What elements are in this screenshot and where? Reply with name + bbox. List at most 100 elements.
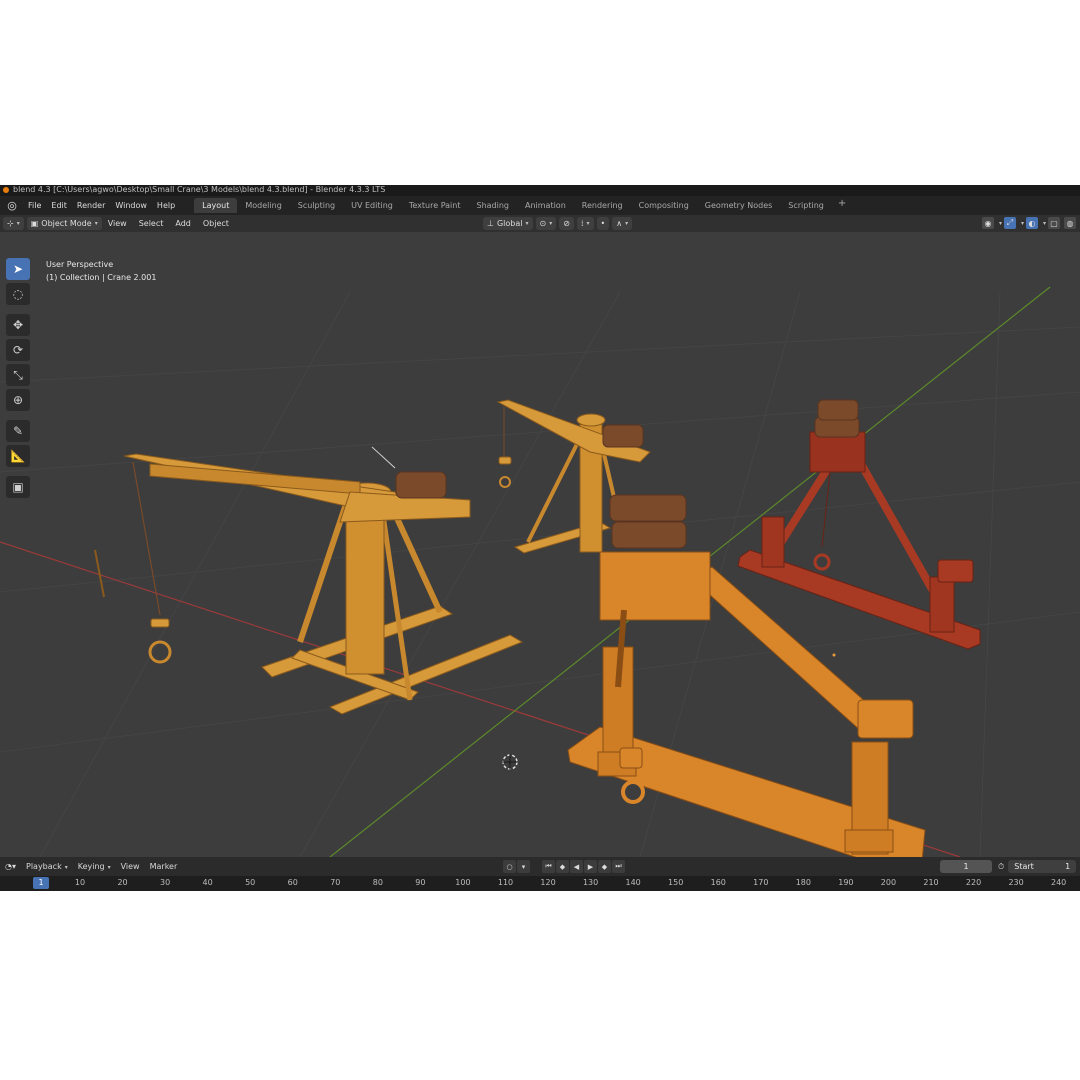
proportional-edit-toggle[interactable]: •: [596, 217, 610, 230]
pivot-point-dropdown[interactable]: ⊙ ▾: [535, 217, 557, 230]
ruler-tick-label: 30: [160, 878, 171, 887]
chevron-down-icon: ▾: [1042, 219, 1046, 227]
snap-target-dropdown[interactable]: ⁞ ▾: [576, 217, 594, 230]
jump-end-icon[interactable]: ⏭: [612, 860, 625, 873]
top-menu-bar: ◎ File Edit Render Window Help Layout Mo…: [0, 196, 1080, 215]
tab-texture-paint[interactable]: Texture Paint: [401, 198, 469, 213]
playback-controls: ○ ▾ ⏮ ◆ ◀ ▶ ◆ ⏭: [503, 860, 626, 873]
next-keyframe-icon[interactable]: ◆: [598, 860, 611, 873]
ruler-tick-label: 220: [965, 878, 982, 887]
pivot-icon: ⊙: [539, 219, 547, 228]
tab-sculpting[interactable]: Sculpting: [290, 198, 343, 213]
menu-window[interactable]: Window: [110, 201, 152, 210]
editor-type-button[interactable]: ⊹ ▾: [3, 217, 24, 230]
tab-uv-editing[interactable]: UV Editing: [343, 198, 401, 213]
menu-file[interactable]: File: [23, 201, 46, 210]
chevron-down-icon: ▾: [525, 220, 529, 227]
scale-icon: ⤡: [13, 367, 23, 382]
tab-scripting[interactable]: Scripting: [780, 198, 832, 213]
transform-icon: ⊕: [12, 393, 24, 407]
timeline-menu-view[interactable]: View: [116, 862, 145, 871]
start-frame-field[interactable]: Start 1: [1008, 860, 1077, 873]
object-mode-icon: ▣: [30, 219, 39, 228]
rotate-tool[interactable]: ⟳: [6, 339, 30, 361]
visibility-icon[interactable]: ◉: [981, 217, 994, 229]
tab-geometry-nodes[interactable]: Geometry Nodes: [697, 198, 780, 213]
menu-object[interactable]: Object: [197, 219, 235, 228]
chevron-down-icon: ▾: [1020, 219, 1024, 227]
tab-rendering[interactable]: Rendering: [574, 198, 631, 213]
gizmo-icon[interactable]: ⤢: [1003, 217, 1016, 229]
menu-edit[interactable]: Edit: [46, 201, 72, 210]
tab-shading[interactable]: Shading: [468, 198, 517, 213]
ruler-tick-label: 140: [625, 878, 641, 887]
falloff-dropdown[interactable]: ∧ ▾: [612, 217, 633, 230]
menu-render[interactable]: Render: [72, 201, 110, 210]
snap-target-icon: ⁞: [580, 219, 584, 228]
orientation-label: Global: [496, 219, 523, 228]
3d-viewport[interactable]: [0, 232, 1080, 857]
ruler-tick-label: 90: [415, 878, 426, 887]
current-frame-field[interactable]: 1: [940, 860, 992, 873]
timeline-menu-keying[interactable]: Keying ▾: [73, 862, 116, 871]
move-tool[interactable]: ✥: [6, 314, 30, 336]
mode-dropdown[interactable]: ▣ Object Mode ▾: [26, 217, 102, 230]
playhead-frame-label[interactable]: 1: [33, 877, 49, 889]
measure-tool[interactable]: 📐: [6, 445, 30, 467]
title-bar: blend 4.3 [C:\Users\agwo\Desktop\Small C…: [0, 185, 1080, 196]
crosshair-icon: ◌: [12, 287, 24, 301]
menu-view[interactable]: View: [102, 219, 133, 228]
transform-orientation-dropdown[interactable]: ⊥ Global ▾: [483, 217, 533, 230]
timeline-menu-playback[interactable]: Playback ▾: [21, 862, 73, 871]
ruler-tick-label: 80: [372, 878, 383, 887]
keyframe-type-icon[interactable]: ▾: [517, 860, 530, 873]
timeline-editor-type-icon[interactable]: ◔▾: [0, 862, 21, 871]
tab-modeling[interactable]: Modeling: [237, 198, 289, 213]
scale-tool[interactable]: ⤡: [6, 364, 30, 386]
stopwatch-icon[interactable]: ⏱: [998, 862, 1004, 872]
add-cube-tool[interactable]: ▣: [6, 476, 30, 498]
timeline-menu-marker[interactable]: Marker: [145, 862, 183, 871]
ruler-tick-label: 40: [202, 878, 213, 887]
editor-type-icon: ⊹: [7, 219, 14, 228]
tab-layout[interactable]: Layout: [194, 198, 238, 213]
snap-toggle[interactable]: ⊘: [559, 217, 574, 230]
prev-keyframe-icon[interactable]: ◆: [556, 860, 569, 873]
menu-add[interactable]: Add: [169, 219, 197, 228]
cursor-arrow-icon: ➤: [12, 262, 24, 276]
select-box-tool[interactable]: ➤: [6, 258, 30, 280]
jump-start-icon[interactable]: ⏮: [542, 860, 555, 873]
record-icon[interactable]: ○: [503, 860, 516, 873]
menu-help[interactable]: Help: [152, 201, 180, 210]
move-icon: ✥: [12, 318, 24, 332]
ruler-tick-label: 60: [287, 878, 298, 887]
xray-icon[interactable]: ▢: [1048, 217, 1060, 229]
cursor-tool[interactable]: ◌: [6, 283, 30, 305]
play-icon[interactable]: ▶: [584, 860, 597, 873]
chevron-down-icon: ▾: [549, 220, 553, 227]
ruler-tick-label: 210: [923, 878, 939, 887]
add-workspace-button[interactable]: +: [832, 198, 852, 213]
ruler-tick-label: 130: [582, 878, 599, 887]
transform-tool[interactable]: ⊕: [6, 389, 30, 411]
tab-compositing[interactable]: Compositing: [631, 198, 697, 213]
overlays-icon[interactable]: ◐: [1025, 217, 1038, 229]
transform-controls: ⊥ Global ▾ ⊙ ▾ ⊘ ⁞ ▾ • ∧ ▾: [480, 217, 633, 230]
cube-icon: ▣: [12, 480, 24, 494]
menu-select[interactable]: Select: [133, 219, 170, 228]
view-name: User Perspective: [46, 260, 114, 269]
chevron-down-icon: ▾: [625, 220, 629, 227]
ruler-icon: 📐: [10, 449, 26, 463]
annotate-tool[interactable]: ✎: [6, 420, 30, 442]
ruler-tick-label: 180: [795, 878, 811, 887]
play-reverse-icon[interactable]: ◀: [570, 860, 583, 873]
pencil-icon: ✎: [12, 424, 24, 438]
wireframe-shading-icon[interactable]: ◍: [1064, 217, 1076, 229]
chevron-down-icon: ▾: [94, 220, 98, 227]
tab-animation[interactable]: Animation: [517, 198, 574, 213]
start-label: Start: [1014, 862, 1034, 871]
collection-info: (1) Collection | Crane 2.001: [46, 273, 157, 282]
blender-logo-icon[interactable]: ◎: [5, 199, 19, 213]
timeline-ruler[interactable]: 1 10 20 30 40 50 60 70 80 90 100 110 120 130 140 150 160…: [0, 876, 1080, 891]
viewport-info-overlay: User Perspective (1) Collection | Crane …: [46, 258, 156, 284]
